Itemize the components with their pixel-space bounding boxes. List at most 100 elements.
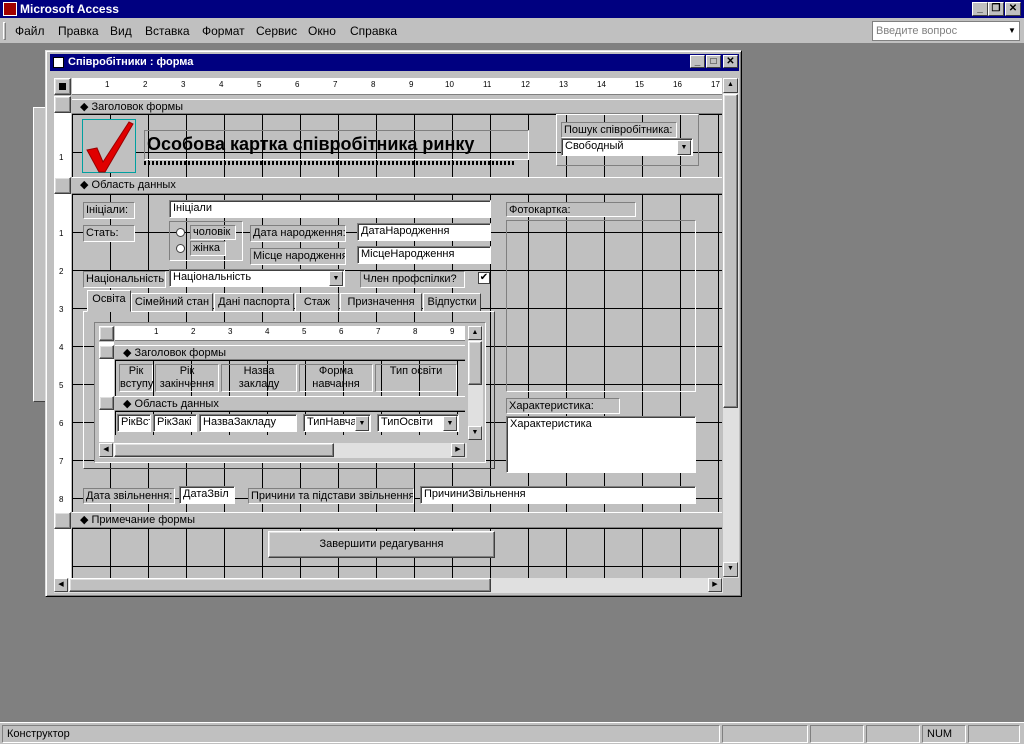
characteristic-label[interactable]: Характеристика:: [506, 398, 620, 414]
gender-option-group[interactable]: чоловік жінка: [169, 221, 243, 261]
scroll-up-icon[interactable]: ▲: [723, 78, 738, 93]
tab-experience[interactable]: Стаж: [295, 293, 339, 312]
form-maximize-icon[interactable]: □: [706, 55, 721, 68]
tab-family-status[interactable]: Сімейний стан: [131, 293, 213, 312]
scroll-thumb[interactable]: [69, 578, 491, 592]
scroll-down-icon[interactable]: ▼: [468, 426, 482, 440]
scroll-up-icon[interactable]: ▲: [468, 326, 482, 340]
ruler-mark: 1: [105, 80, 110, 89]
restore-icon[interactable]: ❐: [988, 2, 1004, 16]
menu-help[interactable]: Справка: [350, 24, 397, 38]
menu-edit[interactable]: Правка: [58, 24, 99, 38]
form-close-icon[interactable]: ✕: [723, 55, 738, 68]
nationality-label[interactable]: Національність: [83, 271, 166, 288]
chevron-down-icon[interactable]: ▼: [443, 416, 457, 431]
photo-frame[interactable]: [506, 220, 696, 392]
col-header-institution[interactable]: Назва закладу: [221, 364, 297, 392]
scroll-thumb[interactable]: [468, 341, 482, 385]
footer-section-bar[interactable]: ◆ Примечание формы: [72, 512, 722, 528]
subform-detail-area: РікВст РікЗакі НазваЗакладу ТипНавча ▼ Ти…: [115, 411, 465, 435]
scroll-thumb[interactable]: [114, 443, 334, 457]
form-vertical-scrollbar[interactable]: ▲ ▼: [723, 78, 739, 578]
form-title-label[interactable]: Особова картка співробітника ринку: [144, 130, 529, 160]
gender-male-label[interactable]: чоловік: [190, 225, 236, 240]
union-member-label[interactable]: Член профспілки?: [360, 271, 465, 288]
subform-horizontal-scrollbar[interactable]: ◀ ▶: [99, 443, 467, 458]
initials-label[interactable]: Ініціали:: [83, 202, 135, 219]
menu-format[interactable]: Формат: [202, 24, 245, 38]
ruler-mark: 8: [371, 80, 376, 89]
search-employee-label[interactable]: Пошук співробітника:: [561, 122, 677, 138]
dismissal-reason-field[interactable]: ПричиниЗвільнення: [420, 486, 696, 504]
photo-label[interactable]: Фотокартка:: [506, 202, 636, 217]
dismissal-date-field[interactable]: ДатаЗвіл: [179, 486, 235, 504]
field-study-form[interactable]: ТипНавча ▼: [303, 414, 371, 432]
ask-question-box[interactable]: Введите вопрос ▼: [872, 21, 1020, 41]
chevron-down-icon[interactable]: ▼: [1005, 22, 1019, 40]
radio-icon[interactable]: [176, 228, 185, 237]
subform-header-bar[interactable]: ◆ Заголовок формы: [115, 345, 465, 360]
header-section-selector[interactable]: [54, 96, 71, 113]
field-year-in[interactable]: РікВст: [117, 414, 151, 432]
subform-vertical-scrollbar[interactable]: ▲ ▼: [468, 326, 483, 440]
col-header-year-in[interactable]: Рік вступу: [119, 364, 153, 392]
chevron-down-icon[interactable]: ▼: [677, 140, 691, 155]
scroll-left-icon[interactable]: ◀: [54, 578, 68, 592]
ruler-mark: 9: [409, 80, 414, 89]
characteristic-field[interactable]: Характеристика: [506, 416, 696, 473]
scroll-right-icon[interactable]: ▶: [708, 578, 722, 592]
subform-detail-bar[interactable]: ◆ Область данных: [115, 396, 465, 411]
scroll-left-icon[interactable]: ◀: [99, 443, 113, 457]
detail-section-selector[interactable]: [54, 177, 71, 194]
footer-section-selector[interactable]: [54, 512, 71, 529]
finish-editing-button[interactable]: Завершити редагування: [268, 531, 495, 558]
form-selector[interactable]: [54, 78, 71, 95]
detail-section-bar[interactable]: ◆ Область данных: [72, 177, 722, 194]
dismissal-date-label[interactable]: Дата звільнення:: [83, 488, 175, 504]
close-icon[interactable]: ✕: [1005, 2, 1021, 16]
header-section-bar[interactable]: ◆ Заголовок формы: [72, 99, 722, 114]
field-edu-type[interactable]: ТипОсвіти ▼: [377, 414, 459, 432]
radio-icon[interactable]: [176, 244, 185, 253]
subform-detail-selector[interactable]: [99, 396, 114, 410]
search-employee-combo[interactable]: Свободный ▼: [561, 138, 693, 156]
col-header-study-form[interactable]: Форма навчання: [299, 364, 373, 392]
scroll-down-icon[interactable]: ▼: [723, 562, 738, 577]
menu-window[interactable]: Окно: [308, 24, 336, 38]
birth-date-label[interactable]: Дата народження:: [250, 225, 346, 242]
tab-appointments[interactable]: Призначення: [340, 293, 422, 312]
initials-field[interactable]: Ініціали: [169, 200, 491, 218]
menu-file[interactable]: Файл: [15, 24, 45, 38]
tab-education[interactable]: Освіта: [87, 290, 131, 312]
field-year-out[interactable]: РікЗакі: [153, 414, 197, 432]
chevron-down-icon[interactable]: ▼: [329, 271, 343, 286]
tab-passport-data[interactable]: Дані паспорта: [214, 293, 294, 312]
col-header-year-out[interactable]: Рік закінчення: [155, 364, 219, 392]
gender-female-label[interactable]: жінка: [190, 241, 226, 256]
birth-place-field[interactable]: МісцеНародження: [357, 246, 491, 264]
education-subform[interactable]: 1 2 3 4 5 6 7 8 9 ◆ Заголовок формы Рік …: [94, 322, 486, 463]
form-horizontal-scrollbar[interactable]: ◀ ▶: [54, 578, 723, 593]
union-member-checkbox[interactable]: ✔: [478, 272, 490, 284]
dismissal-reason-label[interactable]: Причини та підстави звільнення:: [248, 488, 414, 504]
menu-insert[interactable]: Вставка: [145, 24, 190, 38]
checkmark-logo[interactable]: [82, 119, 136, 173]
scroll-right-icon[interactable]: ▶: [451, 443, 465, 457]
menu-view[interactable]: Вид: [110, 24, 132, 38]
scroll-thumb[interactable]: [723, 94, 738, 408]
field-institution[interactable]: НазваЗакладу: [199, 414, 297, 432]
form-minimize-icon[interactable]: _: [690, 55, 705, 68]
birth-date-field[interactable]: ДатаНародження: [357, 223, 491, 241]
gender-label[interactable]: Стать:: [83, 225, 135, 242]
nationality-combo[interactable]: Національність ▼: [169, 269, 345, 287]
tab-vacations[interactable]: Відпустки: [423, 293, 481, 312]
col-header-edu-type[interactable]: Тип освіти: [375, 364, 457, 392]
birth-place-label[interactable]: Місце народження:: [250, 248, 346, 265]
subform-selector[interactable]: [99, 326, 114, 341]
ruler-mark: 7: [333, 80, 338, 89]
minimize-icon[interactable]: _: [972, 2, 988, 16]
chevron-down-icon[interactable]: ▼: [355, 416, 369, 431]
subform-header-selector[interactable]: [99, 345, 114, 359]
menu-tools[interactable]: Сервис: [256, 24, 297, 38]
toolbar-grip[interactable]: [3, 22, 6, 40]
